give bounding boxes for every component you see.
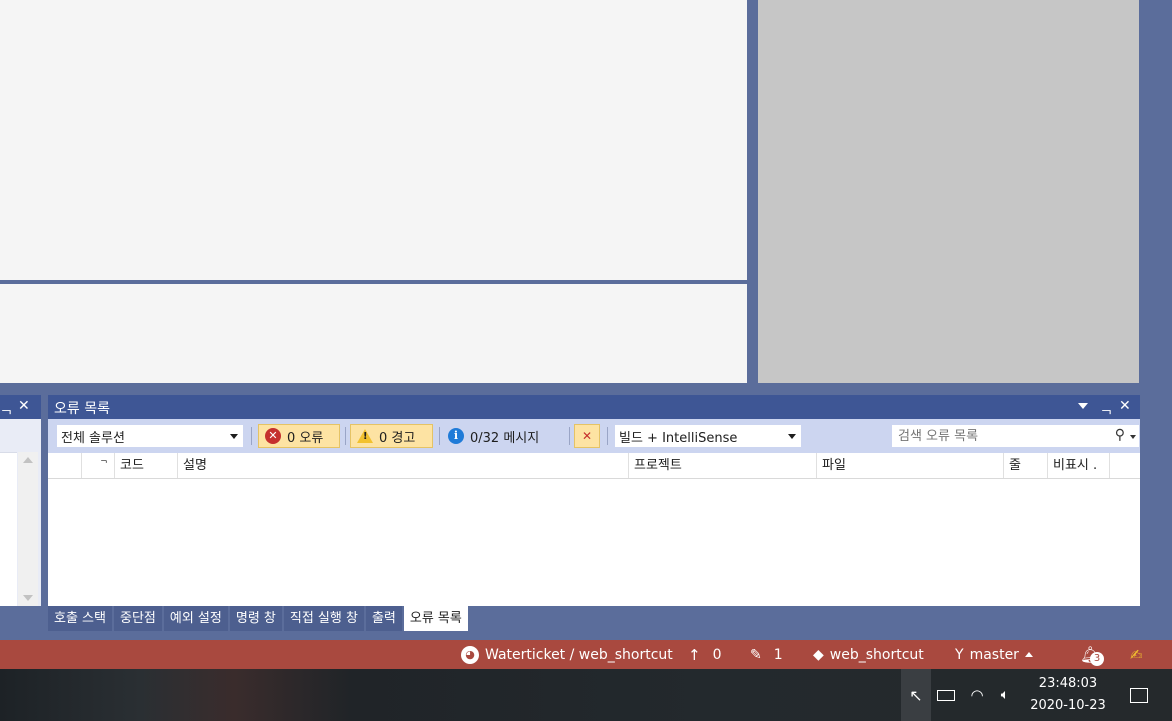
tab-call-stack[interactable]: 호출 스택: [48, 606, 112, 631]
editor-pane-bottom[interactable]: [0, 284, 747, 383]
messages-toggle-button[interactable]: i 0/32 메시지: [442, 424, 560, 448]
battery-icon[interactable]: [935, 669, 957, 721]
feedback-icon: ✍: [1130, 645, 1143, 664]
search-input[interactable]: [896, 427, 1100, 445]
mouse-pointer-icon: ↖: [909, 685, 923, 705]
system-clock[interactable]: 23:48:03 2020-10-23: [1018, 669, 1118, 721]
cursor-tray-area[interactable]: ↖: [901, 669, 931, 721]
errors-toggle-button[interactable]: ✕ 0 오류: [258, 424, 340, 448]
scroll-up-icon[interactable]: [23, 457, 33, 463]
column-header-code[interactable]: 코드: [115, 453, 178, 478]
chevron-down-icon: [788, 434, 796, 439]
left-panel-list[interactable]: [0, 452, 17, 606]
left-panel-header: ᆨ ✕: [0, 395, 41, 419]
notifications-button[interactable]: 🔔︎ 3: [1080, 640, 1104, 669]
column-header-file[interactable]: 파일: [817, 453, 1004, 478]
warnings-toggle-button[interactable]: ! 0 경고: [350, 424, 433, 448]
tab-command-window[interactable]: 명령 창: [229, 606, 282, 631]
tab-error-list[interactable]: 오류 목록: [403, 606, 468, 631]
chevron-down-icon[interactable]: [1130, 435, 1136, 439]
push-button[interactable]: ↑ 0: [688, 640, 722, 669]
search-icon[interactable]: ⚲: [1115, 427, 1125, 443]
close-icon[interactable]: ✕: [1119, 398, 1131, 414]
arrow-up-icon: ↑: [688, 645, 701, 664]
chevron-up-icon: [1024, 652, 1033, 657]
left-panel-scrollbar[interactable]: [18, 452, 38, 606]
filter-button[interactable]: ✕: [574, 424, 600, 448]
repo-name-button[interactable]: ◆ web_shortcut: [813, 640, 924, 669]
divider: [345, 427, 346, 445]
chevron-down-icon: [230, 434, 238, 439]
error-list-grid[interactable]: ᆨ 코드 설명 프로젝트 파일 줄 비표시 .: [48, 453, 1140, 606]
warnings-label: 0 경고: [379, 430, 416, 446]
bottom-tab-strip: 호출 스택 중단점 예외 설정 명령 창 직접 실행 창 출력 오류 목록: [48, 606, 468, 631]
wifi-icon[interactable]: ◠: [966, 669, 988, 721]
error-icon: ✕: [265, 428, 281, 444]
branch-label: master: [969, 646, 1019, 663]
taskbar: ↖ ◠ 🔈︎ 23:48:03 2020-10-23: [0, 669, 1172, 721]
divider: [439, 427, 440, 445]
sort-icon: ᆨ: [99, 455, 108, 465]
divider: [251, 427, 252, 445]
tab-exception-settings[interactable]: 예외 설정: [163, 606, 228, 631]
feedback-button[interactable]: ✍: [1130, 640, 1143, 669]
errors-label: 0 오류: [287, 430, 324, 446]
github-icon: ◕: [461, 645, 479, 664]
info-icon: i: [448, 428, 464, 444]
tab-output[interactable]: 출력: [365, 606, 402, 631]
notification-badge: 3: [1090, 652, 1104, 666]
divider: [569, 427, 570, 445]
column-header-blank[interactable]: [48, 453, 82, 478]
volume-icon[interactable]: 🔈︎: [994, 669, 1016, 721]
push-count: 0: [712, 646, 722, 663]
dropdown-icon[interactable]: [1078, 403, 1088, 409]
pin-icon[interactable]: ᆨ: [0, 398, 13, 418]
grid-header: ᆨ 코드 설명 프로젝트 파일 줄 비표시 .: [48, 453, 1140, 479]
scroll-down-icon[interactable]: [23, 595, 33, 601]
scope-dropdown[interactable]: 전체 솔루션: [56, 424, 244, 448]
messages-label: 0/32 메시지: [470, 430, 540, 446]
repo-name-label: web_shortcut: [829, 646, 924, 663]
branch-button[interactable]: Y master: [955, 640, 1033, 669]
divider: [607, 427, 608, 445]
changes-count: 1: [773, 646, 783, 663]
close-icon[interactable]: ✕: [18, 398, 30, 414]
branch-icon: Y: [955, 646, 964, 663]
filter-icon: ✕: [581, 429, 593, 443]
clock-date: 2020-10-23: [1030, 698, 1106, 713]
column-header-sort[interactable]: ᆨ: [82, 453, 115, 478]
column-header-suppression[interactable]: 비표시 .: [1048, 453, 1110, 478]
changes-button[interactable]: ✎ 1: [750, 640, 783, 669]
clock-time: 23:48:03: [1038, 676, 1098, 691]
build-source-dropdown[interactable]: 빌드 + IntelliSense: [614, 424, 802, 448]
scope-dropdown-value: 전체 솔루션: [61, 430, 125, 446]
action-center-icon[interactable]: [1125, 669, 1153, 721]
repository-button[interactable]: ◕ Waterticket / web_shortcut: [461, 640, 673, 669]
panel-title: 오류 목록: [54, 401, 110, 417]
status-bar: ◕ Waterticket / web_shortcut ↑ 0 ✎ 1 ◆ w…: [0, 640, 1172, 669]
pin-icon[interactable]: ᆨ: [1100, 398, 1113, 418]
search-box[interactable]: ⚲: [891, 424, 1140, 448]
tab-breakpoints[interactable]: 중단점: [113, 606, 162, 631]
repository-label: Waterticket / web_shortcut: [485, 646, 673, 663]
warning-icon: !: [357, 429, 373, 443]
right-tool-panel: [758, 0, 1139, 383]
error-list-toolbar: 전체 솔루션 ✕ 0 오류 ! 0 경고 i 0/32 메시지 ✕ 빌드 + I…: [48, 419, 1140, 453]
column-header-description[interactable]: 설명: [178, 453, 629, 478]
editor-pane-top[interactable]: [0, 0, 747, 280]
column-header-project[interactable]: 프로젝트: [629, 453, 817, 478]
column-header-line[interactable]: 줄: [1004, 453, 1048, 478]
git-icon: ◆: [813, 646, 824, 663]
error-list-header: 오류 목록 ᆨ ✕: [48, 395, 1140, 419]
tab-immediate-window[interactable]: 직접 실행 창: [283, 606, 364, 631]
pencil-icon: ✎: [750, 646, 762, 663]
build-source-value: 빌드 + IntelliSense: [619, 430, 738, 446]
